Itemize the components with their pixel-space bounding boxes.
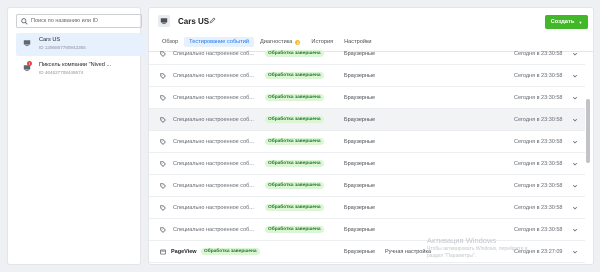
watermark-line: раздел "Параметры". <box>427 253 477 259</box>
datasource-id: ID 464627708448674 <box>39 70 84 75</box>
event-source: Браузерные <box>344 72 376 79</box>
chevron-down-icon[interactable] <box>572 51 578 57</box>
scrollbar[interactable] <box>586 52 591 264</box>
event-source: Браузерные <box>344 182 376 189</box>
chevron-down-icon[interactable] <box>572 73 578 79</box>
tag-icon <box>160 94 166 101</box>
create-button-label: Создать <box>550 19 575 25</box>
event-row[interactable]: Специально настроенное соб... Обработка … <box>149 43 585 65</box>
status-badge: Обработка завершена <box>265 182 324 189</box>
chevron-down-icon[interactable] <box>572 161 578 167</box>
search-input[interactable] <box>31 18 141 24</box>
status-badge: Обработка завершена <box>265 226 324 233</box>
datasource-item-pixel[interactable]: ! Пиксель компании "Nived ... ID 4646277… <box>16 58 146 81</box>
status-badge: Обработка завершена <box>265 116 324 123</box>
browser-icon <box>160 249 166 255</box>
event-name: Специально настроенное соб... <box>173 94 254 101</box>
tag-icon <box>160 182 166 189</box>
main-panel: Cars US Создать ▼ Обзор Тестирование соб… <box>148 7 594 265</box>
watermark-title: Активация Windows <box>427 236 497 245</box>
datasource-sidebar: Cars US ID 1396867790943365 ! Пиксель ко… <box>7 7 146 265</box>
chevron-down-icon[interactable] <box>572 227 578 233</box>
event-row[interactable]: Специально настроенное соб... Обработка … <box>149 197 585 219</box>
chevron-down-icon[interactable] <box>572 205 578 211</box>
status-badge: Обработка завершена <box>265 160 324 167</box>
event-row[interactable]: Специально настроенное соб... Обработка … <box>149 65 585 87</box>
datasource-item-cars-us[interactable]: Cars US ID 1396867790943365 <box>16 33 146 56</box>
event-time: Сегодня в 23:30:58 <box>514 94 563 101</box>
status-badge: Обработка завершена <box>265 138 324 145</box>
event-time: Сегодня в 23:30:58 <box>514 50 563 57</box>
event-setup-method: Ручная настройка <box>385 248 432 255</box>
tag-icon <box>160 72 166 79</box>
event-source: Браузерные <box>344 204 376 211</box>
monitor-icon <box>23 39 31 47</box>
event-row[interactable]: Специально настроенное соб... Обработка … <box>149 109 585 131</box>
event-name: Специально настроенное соб... <box>173 50 254 57</box>
event-time: Сегодня в 23:30:58 <box>514 160 563 167</box>
event-source: Браузерные <box>344 138 376 145</box>
windows-activation-watermark: Активация Windows Чтобы активировать Win… <box>427 236 528 259</box>
event-name: Специально настроенное соб... <box>173 204 254 211</box>
watermark-line: Чтобы активировать Windows, перейдите в <box>427 246 528 252</box>
event-name: Специально настроенное соб... <box>173 72 254 79</box>
status-badge: Обработка завершена <box>265 50 324 57</box>
monitor-icon: ! <box>23 61 32 72</box>
status-badge: Обработка завершена <box>265 94 324 101</box>
status-badge: Обработка завершена <box>265 72 324 79</box>
status-badge: Обработка завершена <box>201 248 260 255</box>
event-name: Специально настроенное соб... <box>173 138 254 145</box>
pencil-icon[interactable] <box>209 17 216 24</box>
event-time: Сегодня в 23:30:58 <box>514 226 563 233</box>
event-row[interactable]: Специально настроенное соб... Обработка … <box>149 87 585 109</box>
event-name: PageView <box>171 248 197 255</box>
scrollbar-thumb[interactable] <box>586 99 590 163</box>
event-time: Сегодня в 23:30:58 <box>514 182 563 189</box>
event-time: Сегодня в 23:30:58 <box>514 138 563 145</box>
tag-icon <box>160 116 166 123</box>
event-source: Браузерные <box>344 94 376 101</box>
chevron-down-icon[interactable] <box>572 95 578 101</box>
event-source: Браузерные <box>344 160 376 167</box>
tag-icon <box>160 160 166 167</box>
page-title: Cars US <box>178 17 210 26</box>
chevron-down-icon[interactable] <box>572 139 578 145</box>
event-name: Специально настроенное соб... <box>173 116 254 123</box>
event-time: Сегодня в 23:30:58 <box>514 204 563 211</box>
status-badge: Обработка завершена <box>265 204 324 211</box>
monitor-icon <box>158 15 170 27</box>
tag-icon <box>160 138 166 145</box>
tag-icon <box>160 204 166 211</box>
event-name: Специально настроенное соб... <box>173 160 254 167</box>
chevron-down-icon[interactable] <box>572 249 578 255</box>
datasource-name: Cars US <box>39 37 61 43</box>
chevron-down-icon[interactable] <box>572 117 578 123</box>
warning-icon: ! <box>27 61 32 66</box>
search-icon <box>21 17 28 25</box>
event-row[interactable]: Специально настроенное соб... Обработка … <box>149 131 585 153</box>
event-row[interactable]: Специально настроенное соб... Обработка … <box>149 153 585 175</box>
chevron-down-icon[interactable] <box>572 183 578 189</box>
event-source: Браузерные <box>344 50 376 57</box>
datasource-name: Пиксель компании "Nived ... <box>39 62 112 68</box>
event-time: Сегодня в 23:30:58 <box>514 72 563 79</box>
event-source: Браузерные <box>344 116 376 123</box>
caret-down-icon: ▼ <box>578 19 583 25</box>
datasource-id: ID 1396867790943365 <box>39 45 86 50</box>
create-button[interactable]: Создать ▼ <box>545 15 588 29</box>
event-source: Браузерные <box>344 248 376 255</box>
tag-icon <box>160 50 166 57</box>
tag-icon <box>160 226 166 233</box>
event-name: Специально настроенное соб... <box>173 182 254 189</box>
event-source: Браузерные <box>344 226 376 233</box>
event-time: Сегодня в 23:30:58 <box>514 116 563 123</box>
event-row[interactable]: Специально настроенное соб... Обработка … <box>149 175 585 197</box>
event-name: Специально настроенное соб... <box>173 226 254 233</box>
search-field[interactable] <box>16 14 142 28</box>
